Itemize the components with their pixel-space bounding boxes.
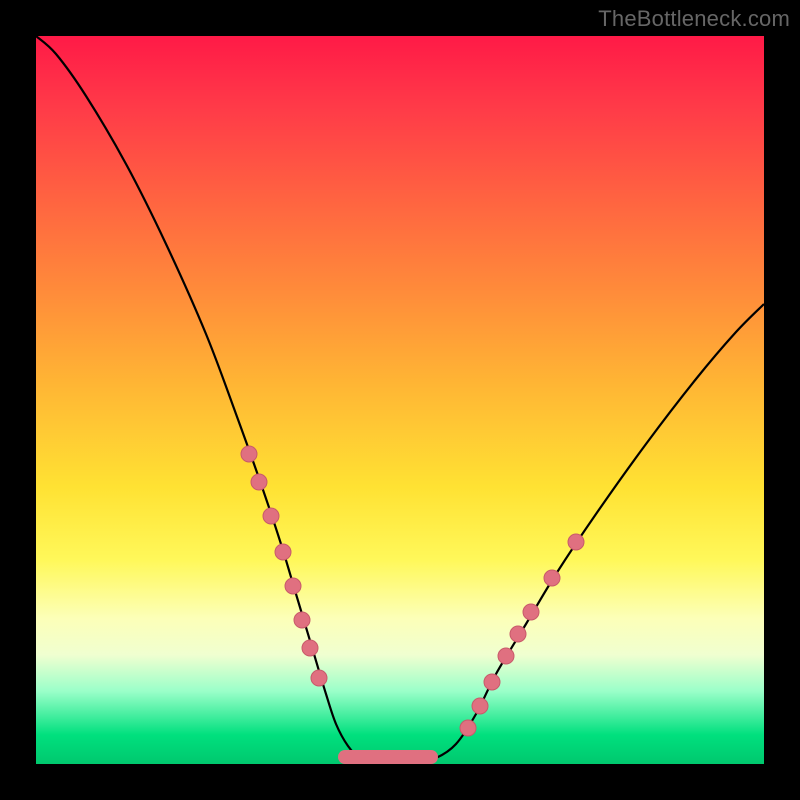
data-point: [544, 570, 560, 586]
plateau-marker: [338, 750, 438, 764]
data-point: [510, 626, 526, 642]
data-point: [263, 508, 279, 524]
plateau-group: [338, 750, 438, 764]
data-point: [484, 674, 500, 690]
data-point: [275, 544, 291, 560]
data-point: [523, 604, 539, 620]
data-point: [311, 670, 327, 686]
bottleneck-curve: [36, 36, 764, 762]
data-point: [568, 534, 584, 550]
chart-frame: TheBottleneck.com: [0, 0, 800, 800]
markers-right-group: [460, 534, 584, 736]
data-point: [460, 720, 476, 736]
watermark-text: TheBottleneck.com: [598, 6, 790, 32]
data-point: [294, 612, 310, 628]
data-point: [251, 474, 267, 490]
data-point: [302, 640, 318, 656]
bottleneck-curve-svg: [36, 36, 764, 764]
curve-group: [36, 36, 764, 762]
data-point: [498, 648, 514, 664]
data-point: [241, 446, 257, 462]
markers-left-group: [241, 446, 327, 686]
data-point: [472, 698, 488, 714]
plot-area: [36, 36, 764, 764]
data-point: [285, 578, 301, 594]
